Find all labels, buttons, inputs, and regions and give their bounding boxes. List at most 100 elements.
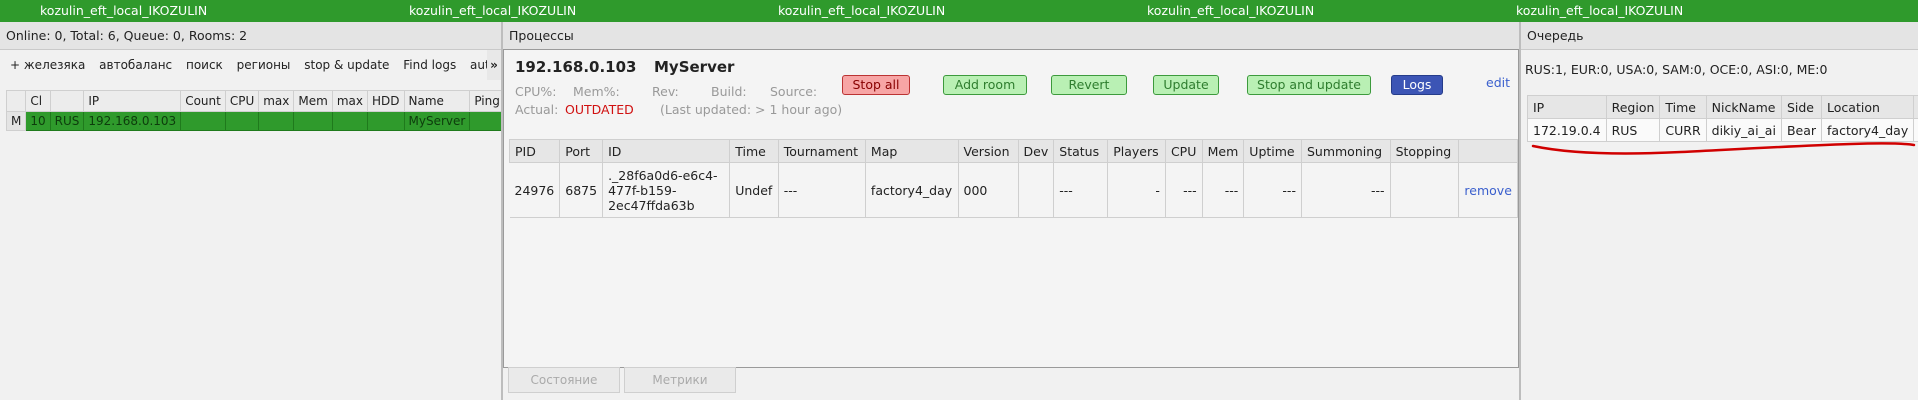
hdd-cell bbox=[366, 111, 405, 131]
cpu-max-cell bbox=[258, 111, 295, 131]
remove-link[interactable]: remove bbox=[1458, 162, 1518, 218]
column-header[interactable]: Dev bbox=[1017, 139, 1055, 163]
cpu-cell bbox=[224, 111, 260, 131]
topbar-label-3: kozulin_eft_local_IKOZULIN bbox=[778, 3, 946, 18]
column-header[interactable]: IP bbox=[1527, 95, 1607, 119]
column-header[interactable]: Count bbox=[180, 90, 226, 112]
name-cell: MyServer bbox=[403, 111, 471, 131]
column-header[interactable]: Summoning bbox=[1300, 139, 1391, 163]
mem-max-cell bbox=[331, 111, 368, 131]
tab-metrics[interactable]: Метрики bbox=[624, 367, 736, 393]
server-ip: 192.168.0.103 bbox=[515, 58, 637, 76]
last-updated: (Last updated: > 1 hour ago) bbox=[660, 102, 843, 117]
column-header[interactable]: HDD bbox=[366, 90, 405, 112]
logs-button[interactable]: Logs bbox=[1391, 75, 1443, 95]
column-header[interactable]: Ping bbox=[469, 90, 501, 112]
column-header[interactable]: Mem bbox=[293, 90, 333, 112]
add-hardware-button[interactable]: + железяка bbox=[10, 58, 85, 72]
processes-pane: Процессы 192.168.0.103 MyServer CPU%: Me… bbox=[503, 22, 1521, 400]
stop-and-update-button[interactable]: Stop and update bbox=[1247, 75, 1371, 95]
source-label: Source: bbox=[770, 84, 818, 99]
table-row[interactable]: M 10 RUS 192.168.0.103 MyServer bbox=[5, 111, 501, 131]
tournament-cell: --- bbox=[778, 162, 866, 218]
column-header[interactable]: Tournament bbox=[777, 139, 866, 163]
rev-label: Rev: bbox=[652, 84, 679, 99]
column-header[interactable]: ID bbox=[602, 139, 731, 163]
cpu-label: CPU%: bbox=[515, 84, 557, 99]
column-header bbox=[1458, 139, 1518, 163]
side-cell: Bear bbox=[1780, 118, 1823, 142]
stop-update-button[interactable]: stop & update bbox=[304, 58, 389, 72]
location-cell: factory4_day bbox=[1821, 118, 1915, 142]
column-header[interactable]: Time bbox=[1659, 95, 1707, 119]
column-header[interactable]: Map bbox=[864, 139, 959, 163]
column-header[interactable]: Location bbox=[1821, 95, 1915, 119]
mem-label: Mem%: bbox=[573, 84, 620, 99]
details-tabs: Состояние Метрики bbox=[508, 367, 740, 393]
table-header-row: IP Region Time NickName Side Location V bbox=[1527, 95, 1918, 119]
queue-title: Очередь bbox=[1521, 22, 1918, 50]
region-cell: RUS bbox=[49, 111, 85, 131]
port-cell: 6875 bbox=[559, 162, 604, 218]
autobalance-button[interactable]: автобаланс bbox=[99, 58, 172, 72]
find-logs-button[interactable]: Find logs bbox=[403, 58, 456, 72]
column-header[interactable]: V bbox=[1913, 95, 1918, 119]
column-header[interactable]: Region bbox=[1605, 95, 1661, 119]
nickname-cell: dikiy_ai_ai bbox=[1705, 118, 1782, 142]
stopping-cell bbox=[1390, 162, 1460, 218]
summoning-cell: --- bbox=[1301, 162, 1391, 218]
column-header[interactable]: Mem bbox=[1201, 139, 1245, 163]
column-header[interactable]: Uptime bbox=[1243, 139, 1302, 163]
update-button[interactable]: Update bbox=[1153, 75, 1219, 95]
add-room-button[interactable]: Add room bbox=[943, 75, 1027, 95]
regions-button[interactable]: регионы bbox=[237, 58, 291, 72]
column-header[interactable]: CPU bbox=[224, 90, 260, 112]
column-header[interactable] bbox=[49, 90, 85, 112]
column-header[interactable]: Stopping bbox=[1389, 139, 1460, 163]
count-cell bbox=[180, 111, 226, 131]
column-header[interactable]: Version bbox=[957, 139, 1019, 163]
queue-pane: Очередь RUS:1, EUR:0, USA:0, SAM:0, OCE:… bbox=[1521, 22, 1918, 400]
column-header[interactable]: CPU bbox=[1164, 139, 1203, 163]
column-header[interactable]: Name bbox=[403, 90, 471, 112]
version-cell: 0 bbox=[1913, 118, 1918, 142]
column-header[interactable]: Port bbox=[559, 139, 604, 163]
edit-link[interactable]: edit bbox=[1486, 75, 1510, 90]
column-header[interactable]: PID bbox=[508, 139, 561, 163]
top-status-bar: kozulin_eft_local_IKOZULIN kozulin_eft_l… bbox=[0, 0, 1918, 22]
process-panel: 192.168.0.103 MyServer CPU%: Mem%: Rev: … bbox=[503, 49, 1519, 368]
players-cell: - bbox=[1107, 162, 1166, 218]
revert-button[interactable]: Revert bbox=[1051, 75, 1127, 95]
stop-all-button[interactable]: Stop all bbox=[842, 75, 910, 95]
topbar-label-1: kozulin_eft_local_IKOZULIN bbox=[40, 3, 208, 18]
search-button[interactable]: поиск bbox=[186, 58, 223, 72]
uptime-cell: --- bbox=[1243, 162, 1302, 218]
build-label: Build: bbox=[711, 84, 747, 99]
column-header[interactable]: Cl bbox=[25, 90, 51, 112]
column-header[interactable]: max bbox=[331, 90, 368, 112]
toolbar-expand-icon[interactable]: » bbox=[487, 50, 501, 80]
servers-toolbar: + железяка автобаланс поиск регионы stop… bbox=[0, 50, 501, 80]
queue-table: IP Region Time NickName Side Location V … bbox=[1527, 95, 1918, 142]
column-header[interactable]: NickName bbox=[1705, 95, 1782, 119]
column-header[interactable]: Side bbox=[1780, 95, 1823, 119]
column-header[interactable]: IP bbox=[83, 90, 182, 112]
column-header[interactable]: Time bbox=[729, 139, 779, 163]
time-cell: CURR bbox=[1659, 118, 1707, 142]
mode-cell: M bbox=[5, 111, 27, 131]
tab-state[interactable]: Состояние bbox=[508, 367, 620, 393]
column-header[interactable]: max bbox=[258, 90, 295, 112]
table-row[interactable]: 172.19.0.4 RUS CURR dikiy_ai_ai Bear fac… bbox=[1527, 118, 1918, 142]
topbar-label-2: kozulin_eft_local_IKOZULIN bbox=[409, 3, 577, 18]
red-annotation-underline bbox=[1531, 142, 1916, 155]
column-header[interactable]: Status bbox=[1053, 139, 1109, 163]
table-header-row: PID Port ID Time Tournament Map Version … bbox=[508, 139, 1518, 163]
column-header bbox=[5, 90, 27, 112]
ip-cell: 172.19.0.4 bbox=[1527, 118, 1607, 142]
ip-cell: 192.168.0.103 bbox=[83, 111, 182, 131]
column-header[interactable]: Players bbox=[1107, 139, 1166, 163]
table-row[interactable]: 24976 6875 ._28f6a0d6-e6c4- 477f-b159- 2… bbox=[509, 162, 1518, 218]
region-cell: RUS bbox=[1605, 118, 1661, 142]
id-line: 2ec47ffda63b bbox=[608, 197, 695, 213]
processes-title: Процессы bbox=[503, 22, 1519, 50]
